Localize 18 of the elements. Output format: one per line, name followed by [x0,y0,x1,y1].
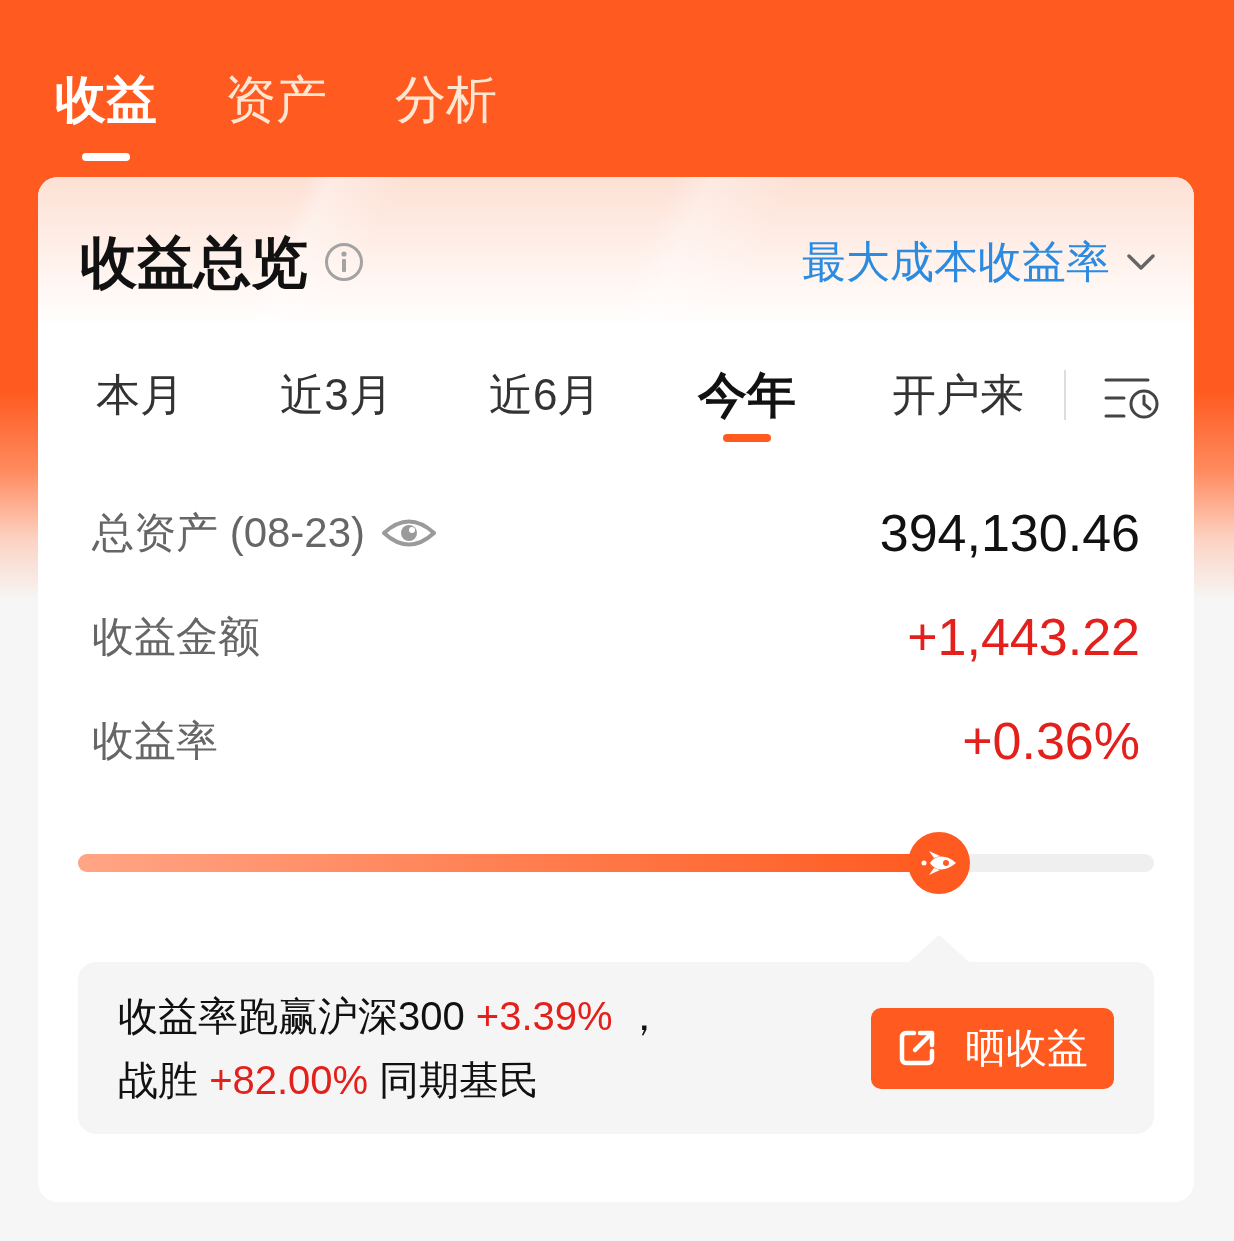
period-tab[interactable]: 近3月 [280,370,393,442]
card-title: 收益总览 [80,232,308,292]
row-value: 394,130.46 [879,503,1140,563]
list-clock-icon[interactable] [1104,376,1160,420]
summary-text: 收益率跑赢沪深300 +3.39% ， 战胜 +82.00% 同期基民 [118,993,664,1104]
chevron-down-icon [1126,253,1156,271]
period-tab[interactable]: 本月 [96,370,184,442]
row-label: 收益金额 [92,612,260,662]
row-value: +0.36% [962,711,1140,771]
row-label: 收益率 [92,716,218,766]
info-icon[interactable] [324,242,364,282]
row-value: +1,443.22 [907,607,1140,667]
period-tab[interactable]: 今年 [697,370,796,442]
rocket-icon [920,850,957,876]
share-icon [897,1028,937,1068]
period-tab[interactable]: 开户来 [891,370,1024,442]
period-tab[interactable]: 近6月 [489,370,602,442]
row-label: 总资产 (08-23) [92,508,366,558]
